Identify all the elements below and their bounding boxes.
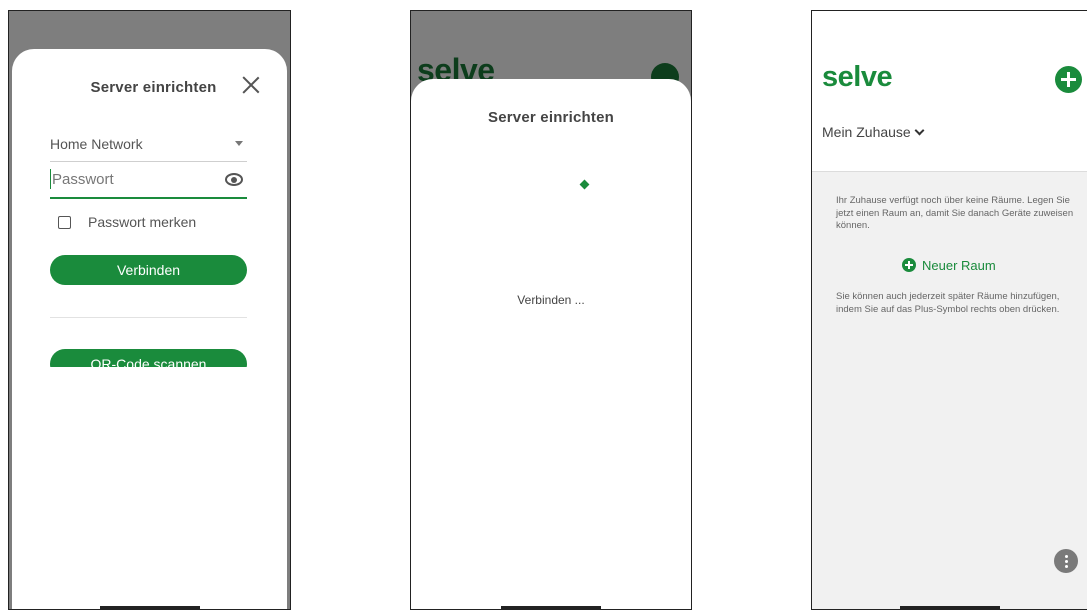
app-logo: selve — [822, 61, 893, 93]
connecting-status: Verbinden ... — [517, 293, 585, 307]
new-room-button[interactable]: Neuer Raum — [902, 258, 996, 273]
remember-password-label: Passwort merken — [88, 214, 197, 230]
checkbox-icon[interactable] — [58, 216, 71, 229]
qr-scan-button[interactable]: QR-Code scannen — [50, 349, 247, 367]
network-dropdown[interactable]: Home Network — [50, 135, 247, 162]
empty-rooms-text: Ihr Zuhause verfügt noch über keine Räum… — [836, 195, 1074, 231]
qr-scan-button-clip: QR-Code scannen — [50, 349, 247, 367]
more-vert-icon[interactable] — [1054, 549, 1078, 573]
sheet-title: Server einrichten — [90, 79, 217, 96]
spinner-icon — [579, 179, 590, 190]
connect-button[interactable]: Verbinden — [50, 255, 247, 285]
eye-icon[interactable] — [225, 173, 243, 186]
close-icon[interactable] — [241, 75, 261, 95]
network-value: Home Network — [50, 136, 143, 152]
dropdown-caret-icon — [235, 141, 243, 146]
password-field[interactable] — [50, 169, 247, 199]
divider — [50, 317, 247, 318]
screen-connecting: selve Server einrichten Verbinden ... — [410, 10, 692, 610]
bottom-sheet: Server einrichten Verbinden ... — [411, 79, 691, 609]
plus-circle-icon[interactable] — [1055, 66, 1082, 93]
plus-circle-small-icon — [902, 258, 916, 272]
add-later-text: Sie können auch jederzeit später Räume h… — [836, 291, 1060, 315]
bottom-sheet: Server einrichten Home Network Passwort … — [12, 49, 287, 609]
screen-server-setup: Server einrichten Home Network Passwort … — [8, 10, 291, 610]
screen-home: selve Mein Zuhause Ihr Zuhause verfügt n… — [811, 10, 1087, 610]
password-input[interactable] — [50, 169, 202, 189]
home-selector[interactable]: Mein Zuhause — [822, 124, 925, 140]
app-header: selve Mein Zuhause — [812, 11, 1087, 172]
sheet-title: Server einrichten — [488, 109, 614, 126]
home-selector-label: Mein Zuhause — [822, 124, 911, 140]
new-room-label: Neuer Raum — [922, 258, 996, 273]
chevron-down-icon — [914, 125, 925, 136]
